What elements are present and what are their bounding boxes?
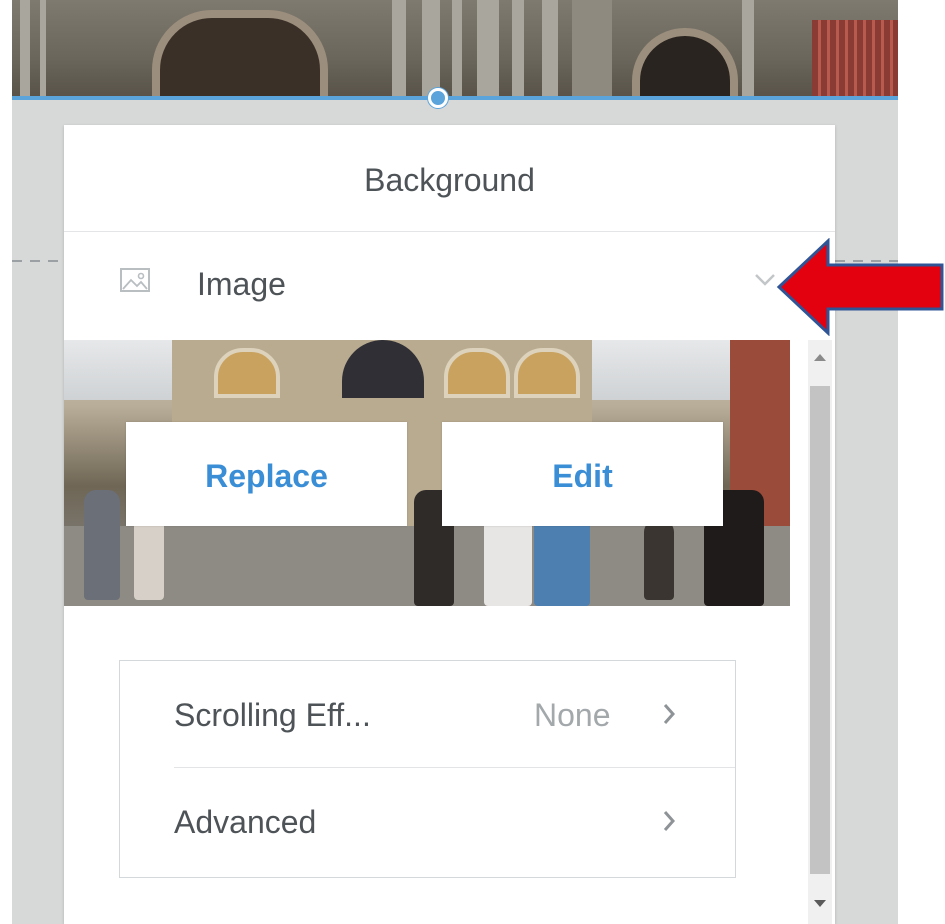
- scrolling-effect-row[interactable]: Scrolling Eff... None: [174, 661, 735, 768]
- edit-button[interactable]: Edit: [442, 422, 723, 526]
- scrolling-effect-value: None: [534, 697, 611, 733]
- chevron-down-icon[interactable]: [754, 272, 776, 288]
- scroll-down-icon[interactable]: [814, 900, 826, 907]
- editor-canvas: Background Image Replace Edit Scrolling …: [12, 0, 898, 924]
- guide-line: [12, 260, 64, 262]
- chevron-right-icon: [663, 811, 676, 831]
- background-type-label: Image: [197, 266, 286, 302]
- annotation-arrow-icon: [776, 238, 944, 336]
- background-panel: Background Image Replace Edit Scrolling …: [64, 125, 835, 924]
- background-image-thumbnail: Replace Edit: [64, 340, 790, 606]
- panel-scrollbar[interactable]: [808, 340, 832, 924]
- image-icon: [120, 268, 150, 292]
- scrolling-effect-label: Scrolling Eff...: [174, 697, 371, 733]
- section-background-photo: [12, 0, 898, 98]
- resize-handle[interactable]: [428, 88, 448, 108]
- scrollbar-thumb[interactable]: [810, 386, 830, 874]
- advanced-row[interactable]: Advanced: [174, 768, 735, 874]
- background-type-row[interactable]: Image: [64, 232, 835, 338]
- scroll-up-icon[interactable]: [814, 354, 826, 361]
- chevron-right-icon: [663, 704, 676, 724]
- selection-line: [12, 96, 898, 100]
- settings-list: Scrolling Eff... None Advanced: [119, 660, 736, 878]
- replace-button[interactable]: Replace: [126, 422, 407, 526]
- panel-title: Background: [64, 125, 835, 232]
- advanced-label: Advanced: [174, 804, 317, 840]
